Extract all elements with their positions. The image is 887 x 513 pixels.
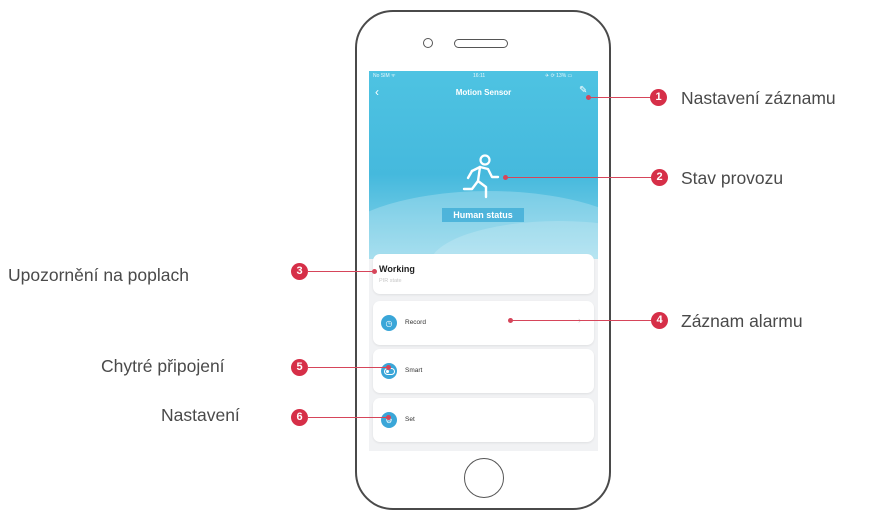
callout-5-line bbox=[307, 367, 387, 368]
callout-2-badge: 2 bbox=[651, 169, 668, 186]
app-screen: No SIM ᯤ 16:11 ✈ ⟳ 13% ▭ ‹ Motion Sensor… bbox=[369, 71, 598, 451]
callout-5-label: Chytré připojení bbox=[101, 356, 225, 376]
clock-text: 16:11 bbox=[473, 73, 486, 79]
smart-row[interactable]: Smart bbox=[373, 349, 594, 393]
smart-label: Smart bbox=[405, 367, 423, 374]
callout-3-anchor bbox=[372, 269, 377, 274]
human-status-label: Human status bbox=[442, 208, 524, 222]
callout-1-label: Nastavení záznamu bbox=[681, 88, 836, 108]
callout-6-anchor bbox=[386, 415, 391, 420]
callout-6-label: Nastavení bbox=[161, 405, 240, 425]
callout-6-badge: 6 bbox=[291, 409, 308, 426]
callout-3-badge: 3 bbox=[291, 263, 308, 280]
callout-4-badge: 4 bbox=[651, 312, 668, 329]
working-title: Working bbox=[379, 264, 415, 274]
set-row[interactable]: ⚙ Set bbox=[373, 398, 594, 442]
clock-icon: ◷ bbox=[381, 315, 397, 331]
home-button[interactable] bbox=[464, 458, 504, 498]
callout-2-label: Stav provozu bbox=[681, 168, 784, 188]
carrier-text: No SIM ᯤ bbox=[373, 73, 396, 79]
battery-text: ✈ ⟳ 13% ▭ bbox=[545, 73, 573, 79]
page-title: Motion Sensor bbox=[455, 88, 512, 97]
pir-state-subtitle: PIR state bbox=[379, 278, 402, 284]
record-row[interactable]: ◷ Record › bbox=[373, 301, 594, 345]
callout-3-label: Upozornění na poplach bbox=[8, 265, 189, 285]
earpiece-speaker bbox=[454, 39, 508, 48]
callout-4-label: Záznam alarmu bbox=[681, 311, 803, 331]
callout-5-anchor bbox=[386, 365, 391, 370]
working-status-card: Working PIR state bbox=[373, 254, 594, 294]
callout-2-line bbox=[506, 177, 652, 178]
callout-1-line bbox=[589, 97, 651, 98]
record-label: Record bbox=[405, 319, 426, 326]
status-bar: No SIM ᯤ 16:11 ✈ ⟳ 13% ▭ bbox=[369, 71, 598, 82]
edit-icon[interactable]: ✎ bbox=[579, 85, 587, 96]
callout-6-line bbox=[307, 417, 387, 418]
callout-3-line bbox=[307, 271, 373, 272]
hero-panel: No SIM ᯤ 16:11 ✈ ⟳ 13% ▭ ‹ Motion Sensor… bbox=[369, 71, 598, 259]
running-person-icon bbox=[462, 154, 500, 199]
callout-4-line bbox=[511, 320, 652, 321]
callout-1-badge: 1 bbox=[650, 89, 667, 106]
callout-5-badge: 5 bbox=[291, 359, 308, 376]
set-label: Set bbox=[405, 416, 415, 423]
front-camera bbox=[423, 38, 433, 48]
